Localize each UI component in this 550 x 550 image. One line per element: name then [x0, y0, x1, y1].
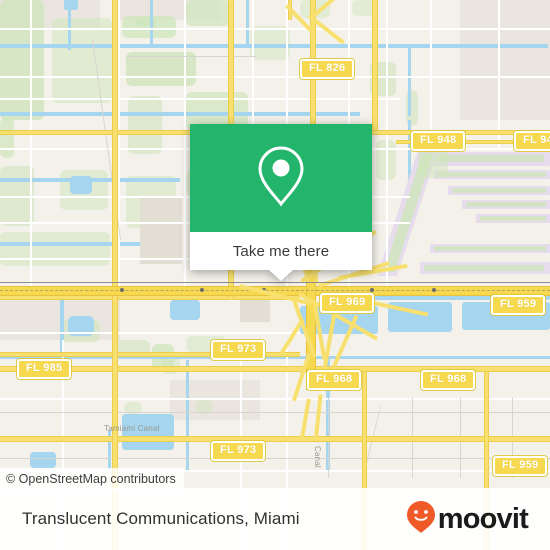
- road-shield-fl985[interactable]: FL 985: [17, 359, 72, 379]
- map-pin-icon: [255, 144, 307, 213]
- map-water: [408, 46, 411, 116]
- road: [498, 0, 500, 150]
- road-shield-fl959-south[interactable]: FL 959: [493, 456, 548, 476]
- road: [430, 0, 432, 150]
- road: [252, 0, 254, 130]
- motorway-node: [200, 288, 204, 292]
- airport-runway-stripe: [480, 216, 546, 221]
- map-green-area: [0, 232, 110, 266]
- motorway-node: [432, 288, 436, 292]
- road-shield-fl973-south[interactable]: FL 973: [211, 441, 266, 461]
- map-green-area: [186, 0, 230, 26]
- callout-image-area: [190, 124, 372, 232]
- map-screen: Tamiami Canal Canal FL 826 FL 948 FL 948…: [0, 0, 550, 550]
- road-secondary: [0, 412, 550, 413]
- road: [0, 332, 300, 334]
- map-block: [460, 0, 550, 120]
- moovit-pin-icon: [406, 500, 436, 539]
- osm-attribution-text: © OpenStreetMap contributors: [6, 472, 176, 486]
- road-secondary: [126, 56, 256, 57]
- place-title: Translucent Communications, Miami: [22, 509, 300, 528]
- airport-runway-stripe: [438, 172, 546, 177]
- motorway-centerline: [0, 290, 550, 291]
- map-water: [0, 242, 150, 246]
- map-building: [140, 196, 182, 264]
- map-water: [150, 0, 153, 46]
- take-me-there-callout[interactable]: Take me there: [190, 124, 372, 281]
- road: [0, 398, 550, 400]
- map-green-area: [136, 18, 156, 26]
- map-label: Canal: [313, 446, 322, 468]
- map-green-area: [52, 18, 112, 103]
- road-shield-fl968[interactable]: FL 968: [307, 370, 362, 390]
- map-green-area: [0, 118, 14, 158]
- highway: [228, 0, 234, 128]
- map-green-area: [128, 96, 162, 154]
- map-label: Tamiami Canal: [104, 424, 160, 433]
- osm-attribution[interactable]: © OpenStreetMap contributors: [0, 468, 184, 490]
- road: [0, 76, 550, 78]
- airport-runway-stripe: [424, 265, 544, 271]
- callout-action-area[interactable]: Take me there: [190, 232, 372, 281]
- road: [386, 0, 388, 290]
- road: [184, 0, 186, 300]
- map-water: [30, 452, 56, 468]
- map-water: [190, 112, 360, 116]
- airport-runway-stripe: [452, 188, 546, 193]
- map-water: [328, 44, 548, 48]
- callout-tail: [269, 270, 293, 281]
- map-water: [170, 300, 200, 320]
- map-water: [70, 176, 92, 194]
- road-shield-fl948-edge[interactable]: FL 948: [514, 131, 550, 151]
- map-water: [0, 44, 120, 48]
- callout-label: Take me there: [232, 242, 330, 260]
- bottom-bar: Translucent Communications, Miami moovit: [0, 488, 550, 550]
- road: [0, 98, 400, 100]
- road-shield-fl959[interactable]: FL 959: [491, 295, 546, 315]
- road-shield-fl973[interactable]: FL 973: [211, 340, 266, 360]
- moovit-wordmark: moovit: [437, 502, 529, 535]
- highway: [372, 0, 378, 130]
- map-green-area: [250, 26, 290, 60]
- motorway-node: [370, 288, 374, 292]
- road: [118, 0, 120, 300]
- moovit-logo[interactable]: moovit: [406, 500, 529, 539]
- highway: [0, 436, 550, 442]
- road-shield-fl968-east[interactable]: FL 968: [421, 370, 476, 390]
- map-water: [64, 0, 78, 10]
- road: [30, 0, 32, 300]
- map-water: [246, 0, 249, 44]
- road-secondary: [0, 458, 550, 459]
- map-water: [186, 360, 189, 470]
- motorway-node: [120, 288, 124, 292]
- road: [0, 28, 550, 30]
- highway: [112, 0, 118, 300]
- road-shield-fl948[interactable]: FL 948: [411, 131, 466, 151]
- airport-runway-stripe: [466, 202, 546, 207]
- airport-runway-stripe: [434, 246, 546, 251]
- road-shield-fl826[interactable]: FL 826: [300, 59, 355, 79]
- road-shield-fl969[interactable]: FL 969: [320, 293, 375, 313]
- map-water: [0, 112, 190, 116]
- map-green-area: [0, 0, 44, 120]
- map-block: [170, 380, 260, 420]
- railway: [0, 282, 550, 283]
